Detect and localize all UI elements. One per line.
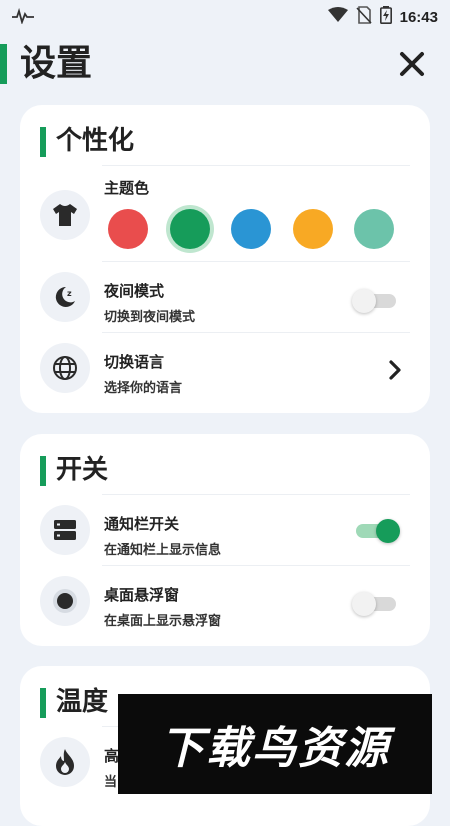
language-subtitle: 选择你的语言: [104, 381, 183, 396]
temperature-item-subtitle: 当: [104, 775, 118, 790]
chevron-right-icon[interactable]: [386, 359, 404, 381]
theme-color-label: 主题色: [104, 179, 150, 197]
notification-bar-toggle[interactable]: [356, 519, 400, 543]
section-accent-bar: [40, 456, 46, 486]
close-icon: [400, 52, 424, 76]
section-title: 开关: [56, 455, 109, 485]
floating-window-title: 桌面悬浮窗: [104, 586, 180, 604]
night-mode-toggle[interactable]: [352, 289, 396, 313]
theme-color-green[interactable]: [170, 209, 210, 249]
temperature-item-title: 高: [104, 747, 120, 765]
theme-color-orange[interactable]: [293, 209, 333, 249]
section-title: 个性化: [56, 126, 135, 156]
activity-icon: [12, 7, 34, 28]
watermark-banner: 下载鸟资源: [118, 694, 432, 794]
language-row[interactable]: 切换语言 选择你的语言: [20, 333, 430, 403]
page-header: 设置: [0, 40, 450, 88]
personalization-card: 个性化 主题色 z 夜间模式 切换到夜间模式 切换语言 选择你的语言: [20, 105, 430, 413]
night-mode-subtitle: 切换到夜间模式: [104, 310, 196, 325]
night-mode-title: 夜间模式: [104, 282, 165, 300]
notification-bar-title: 通知栏开关: [104, 515, 180, 533]
page-title: 设置: [20, 43, 93, 84]
notification-bar-row[interactable]: 通知栏开关 在通知栏上显示信息: [20, 495, 430, 565]
no-sim-icon: [356, 6, 372, 28]
wifi-icon: [327, 7, 348, 27]
language-title: 切换语言: [104, 353, 165, 371]
svg-text:z: z: [67, 289, 72, 298]
theme-color-red[interactable]: [108, 209, 148, 249]
floating-window-subtitle: 在桌面上显示悬浮窗: [104, 614, 222, 629]
floating-window-icon: [40, 576, 90, 626]
tshirt-icon: [40, 190, 90, 240]
night-mode-row[interactable]: z 夜间模式 切换到夜间模式: [20, 262, 430, 332]
globe-icon: [40, 343, 90, 393]
switches-card: 开关 通知栏开关 在通知栏上显示信息 桌面悬浮窗 在桌面上显示悬浮窗: [20, 434, 430, 646]
theme-color-row: 主题色: [20, 165, 430, 261]
theme-color-blue[interactable]: [231, 209, 271, 249]
status-time: 16:43: [399, 8, 438, 26]
title-accent-bar: [0, 44, 7, 84]
battery-icon: [379, 6, 392, 28]
floating-window-toggle[interactable]: [352, 592, 396, 616]
theme-color-teal[interactable]: [354, 209, 394, 249]
server-icon: [40, 505, 90, 555]
section-accent-bar: [40, 127, 46, 157]
notification-bar-subtitle: 在通知栏上显示信息: [104, 543, 222, 558]
section-title: 温度: [56, 687, 109, 717]
section-accent-bar: [40, 688, 46, 718]
flame-icon: [40, 737, 90, 787]
night-mode-icon: z: [40, 272, 90, 322]
floating-window-row[interactable]: 桌面悬浮窗 在桌面上显示悬浮窗: [20, 566, 430, 636]
status-bar: 16:43: [0, 0, 450, 32]
close-button[interactable]: [396, 48, 428, 80]
